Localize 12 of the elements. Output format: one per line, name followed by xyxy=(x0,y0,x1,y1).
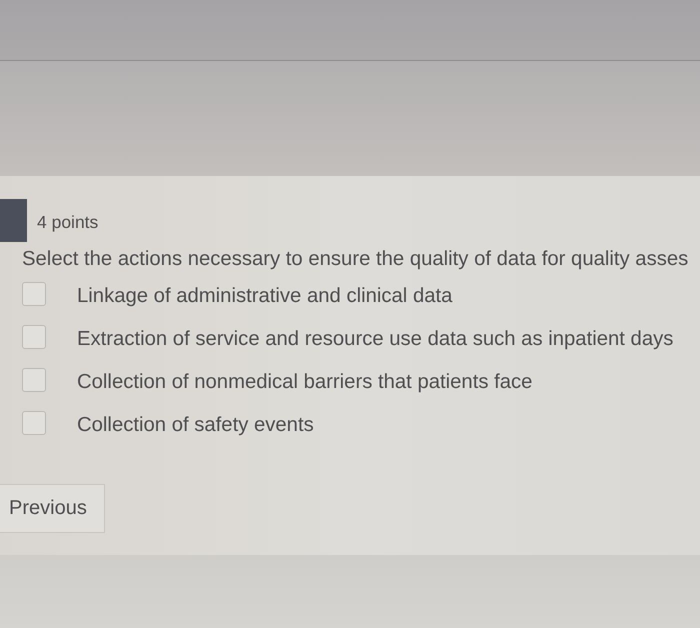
previous-button[interactable]: Previous xyxy=(0,484,105,533)
question-text: Select the actions necessary to ensure the quality of data for quality asses xyxy=(21,247,690,272)
option-label[interactable]: Collection of nonmedical barriers that patients face xyxy=(77,371,532,394)
checkbox[interactable] xyxy=(22,324,46,348)
checkbox[interactable] xyxy=(22,282,46,306)
checkbox[interactable] xyxy=(22,410,46,434)
question-marker xyxy=(0,199,27,242)
points-label: 4 points xyxy=(37,212,98,233)
option-label[interactable]: Linkage of administrative and clinical data xyxy=(77,285,452,308)
option-label[interactable]: Collection of safety events xyxy=(77,414,314,437)
checkbox[interactable] xyxy=(22,368,46,392)
option-label[interactable]: Extraction of service and resource use data such as inpatient days xyxy=(77,328,674,351)
